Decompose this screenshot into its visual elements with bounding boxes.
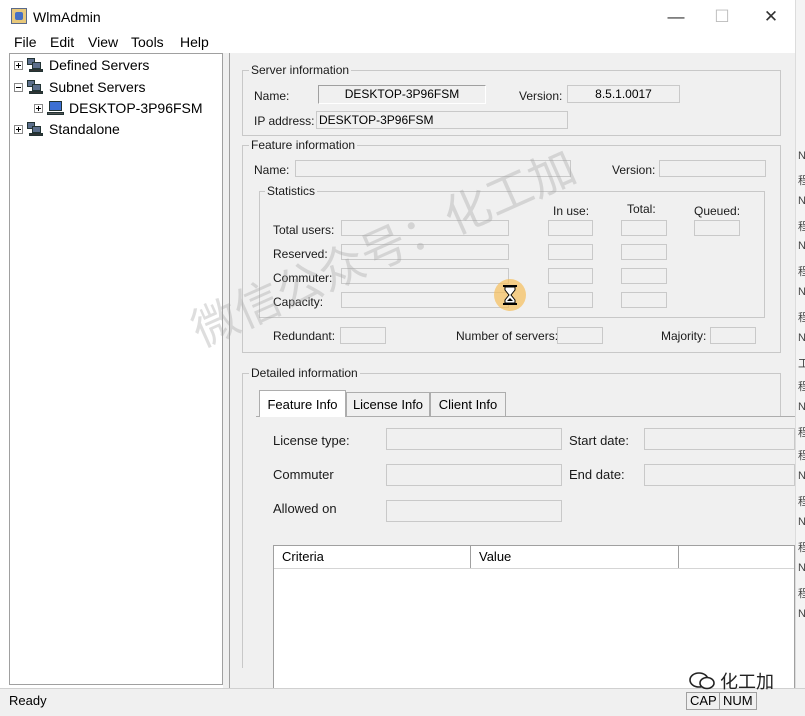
menu-tools[interactable]: Tools [131, 34, 164, 50]
computer-icon [47, 100, 64, 116]
ip-address-field: DESKTOP-3P96FSM [316, 111, 568, 129]
status-bar [0, 688, 805, 716]
close-button[interactable]: ✕ [748, 3, 794, 31]
status-text: Ready [9, 693, 47, 708]
feature-name-label: Name: [254, 163, 290, 177]
hourglass-icon [494, 279, 526, 311]
server-version-label: Version: [519, 89, 563, 103]
maximize-button[interactable]: ☐ [699, 3, 745, 31]
number-of-servers-field [557, 327, 603, 344]
capacity-in-use [548, 292, 593, 308]
column-criteria[interactable]: Criteria [274, 546, 471, 568]
tree-label: Defined Servers [49, 57, 150, 73]
servers-icon [27, 121, 44, 137]
wechat-watermark: 化工加 [688, 668, 774, 694]
tree-label: DESKTOP-3P96FSM [69, 100, 203, 116]
start-date-field [644, 428, 795, 450]
detailed-info-legend: Detailed information [249, 366, 360, 380]
table-header: Criteria Value [274, 546, 794, 569]
commuter-total [621, 268, 667, 284]
tab-feature-info[interactable]: Feature Info [259, 390, 346, 417]
server-info-legend: Server information [249, 63, 352, 77]
redundant-label: Redundant: [273, 329, 336, 343]
menu-file[interactable]: File [14, 34, 37, 50]
statistics-legend: Statistics [265, 184, 318, 198]
total-header: Total: [627, 202, 656, 216]
server-name-label: Name: [254, 89, 290, 103]
reserved-total [621, 244, 667, 260]
menu-help[interactable]: Help [180, 34, 209, 50]
tree-label: Subnet Servers [49, 79, 146, 95]
window-title: WlmAdmin [33, 9, 101, 25]
collapse-icon[interactable] [14, 82, 23, 92]
app-icon[interactable] [11, 8, 27, 24]
ip-address-label: IP address: [254, 114, 315, 128]
total-users-in-use [548, 220, 593, 236]
allowed-on-label: Allowed on [273, 501, 337, 516]
tree-item-desktop[interactable]: DESKTOP-3P96FSM [34, 98, 203, 118]
in-use-header: In use: [553, 204, 590, 218]
tree-label: Standalone [49, 121, 120, 137]
license-type-field [386, 428, 562, 450]
commuter-detail-label: Commuter [273, 467, 334, 482]
tab-license-info[interactable]: License Info [346, 392, 430, 416]
wechat-icon [689, 672, 715, 690]
majority-field [710, 327, 756, 344]
tab-client-info[interactable]: Client Info [430, 392, 506, 416]
server-tree[interactable]: Defined Servers Subnet Servers DESKTOP-3… [9, 53, 223, 685]
end-date-label: End date: [569, 467, 625, 482]
server-name-field: DESKTOP-3P96FSM [318, 85, 486, 104]
capacity-bar [341, 292, 509, 308]
start-date-label: Start date: [569, 433, 629, 448]
end-date-field [644, 464, 795, 486]
expand-icon[interactable] [14, 60, 23, 70]
menu-view[interactable]: View [88, 34, 118, 50]
expand-icon[interactable] [34, 103, 43, 113]
menu-edit[interactable]: Edit [50, 34, 74, 50]
column-value[interactable]: Value [471, 546, 679, 568]
tree-item-defined-servers[interactable]: Defined Servers [14, 55, 149, 75]
expand-icon[interactable] [14, 124, 23, 134]
tree-item-subnet-servers[interactable]: Subnet Servers [14, 77, 146, 97]
column-empty [679, 546, 794, 568]
capacity-total [621, 292, 667, 308]
commuter-detail-field [386, 464, 562, 486]
feature-version-field [659, 160, 766, 177]
tree-item-standalone[interactable]: Standalone [14, 119, 120, 139]
servers-icon [27, 57, 44, 73]
minimize-button[interactable]: — [653, 3, 699, 31]
reserved-in-use [548, 244, 593, 260]
majority-label: Majority: [661, 329, 707, 343]
background-window-edge: NI 程 NI 程 NI 程 NI 程 NI 工 程 NI 程 程 NI 程 N… [795, 0, 805, 688]
total-users-total [621, 220, 667, 236]
caps-lock-indicator: CAP [686, 692, 721, 710]
menu-bar: File Edit View Tools Help [0, 33, 795, 53]
num-lock-indicator: NUM [719, 692, 757, 710]
ip-address-value: DESKTOP-3P96FSM [319, 113, 434, 127]
redundant-field [340, 327, 386, 344]
feature-version-label: Version: [612, 163, 656, 177]
servers-icon [27, 79, 44, 95]
server-name-value: DESKTOP-3P96FSM [344, 87, 460, 101]
commuter-in-use [548, 268, 593, 284]
total-users-queued [694, 220, 740, 236]
queued-header: Queued: [694, 204, 741, 218]
number-of-servers-label: Number of servers: [456, 329, 559, 343]
feature-info-legend: Feature information [249, 138, 358, 152]
server-version-field: 8.5.1.0017 [567, 85, 680, 103]
server-version-value: 8.5.1.0017 [595, 87, 652, 101]
license-type-label: License type: [273, 433, 350, 448]
allowed-on-field [386, 500, 562, 522]
wechat-watermark-text: 化工加 [720, 672, 774, 692]
title-bar: WlmAdmin — ☐ ✕ [0, 0, 795, 33]
